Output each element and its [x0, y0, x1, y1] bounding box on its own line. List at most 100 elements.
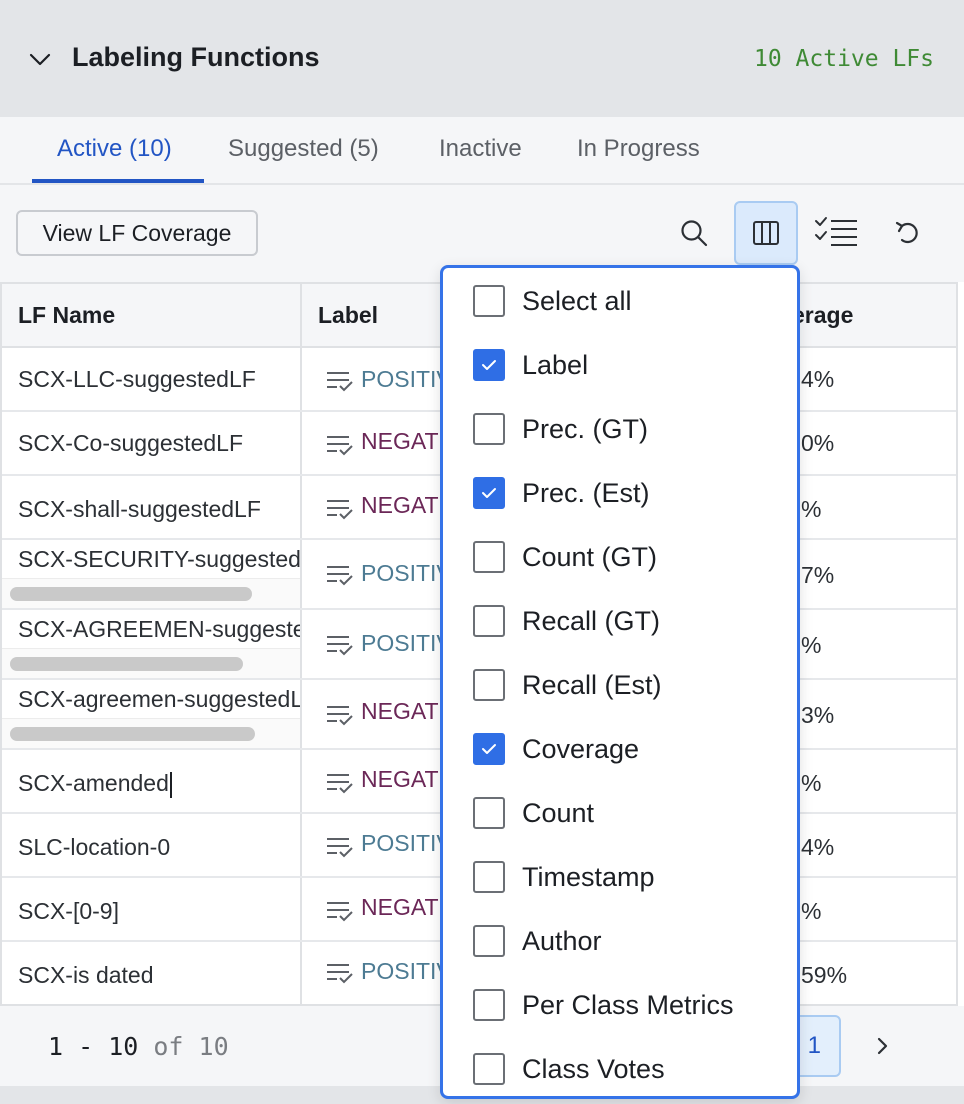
chevron-down-icon[interactable] [26, 45, 54, 73]
column-option-recall-est[interactable]: Recall (Est) [473, 665, 793, 705]
column-option-recall-gt[interactable]: Recall (GT) [473, 601, 793, 641]
lf-name-cell[interactable]: SCX-shall-suggestedLF [18, 496, 300, 523]
label-value: POSITIV [361, 958, 443, 984]
coverage-value: 7% [801, 562, 835, 588]
option-label: Prec. (Est) [522, 477, 650, 508]
active-lfs-count: 10 Active LFs [753, 46, 934, 72]
search-button[interactable] [663, 202, 725, 264]
lf-name-cell[interactable]: SCX-agreemen-suggestedLF [18, 686, 300, 713]
lf-name-cell[interactable]: SCX-is dated [18, 962, 300, 989]
label-list-icon [327, 902, 353, 922]
checkbox[interactable] [473, 861, 505, 893]
range-text: 1 - 10 [48, 1032, 139, 1061]
columns-icon [753, 221, 779, 245]
cell-scrollbar[interactable] [2, 648, 300, 678]
coverage-value: % [801, 770, 822, 796]
checkbox[interactable] [473, 925, 505, 957]
lf-name-cell[interactable]: SLC-location-0 [18, 834, 300, 861]
search-icon [681, 220, 708, 247]
option-label: Count [522, 797, 595, 828]
checkbox[interactable] [473, 989, 505, 1021]
option-label: Timestamp [522, 861, 655, 892]
checkbox[interactable] [473, 797, 505, 829]
text-cursor [169, 771, 172, 798]
view-lf-coverage-button[interactable]: View LF Coverage [16, 210, 258, 256]
column-option-count[interactable]: Count [473, 793, 793, 833]
option-label: Author [522, 925, 602, 956]
checkbox[interactable] [473, 541, 505, 573]
option-label: Coverage [522, 733, 640, 764]
label-value: POSITIV [361, 830, 443, 856]
column-option-timestamp[interactable]: Timestamp [473, 857, 793, 897]
panel-title: Labeling Functions [72, 42, 320, 72]
lf-name-cell[interactable]: SCX-LLC-suggestedLF [18, 366, 300, 393]
label-list-icon [327, 372, 353, 392]
tab-in-progress[interactable]: In Progress [577, 135, 700, 163]
column-option-count-gt[interactable]: Count (GT) [473, 537, 793, 577]
tab-suggested[interactable]: Suggested (5) [228, 135, 379, 163]
lf-name-cell[interactable]: SCX-AGREEMEN-suggestedLF [18, 616, 300, 643]
lf-name-text: SCX-amended [18, 770, 169, 796]
tab-bar: Active (10) Suggested (5) Inactive In Pr… [0, 117, 964, 185]
label-value: POSITIV [361, 630, 443, 656]
column-option-coverage[interactable]: Coverage [473, 729, 793, 769]
tab-active[interactable]: Active (10) [57, 135, 172, 163]
column-option-class-votes[interactable]: Class Votes [473, 1049, 793, 1089]
label-value: NEGAT [361, 492, 439, 518]
coverage-value: % [801, 632, 822, 658]
coverage-value: 59% [801, 962, 848, 988]
lf-name-cell[interactable]: SCX-[0-9] [18, 898, 300, 925]
checkbox-checked[interactable] [473, 349, 505, 381]
chevron-right-icon[interactable] [870, 1034, 894, 1058]
label-value: POSITIV [361, 560, 443, 586]
panel-header: Labeling Functions 10 Active LFs [0, 0, 964, 117]
lf-name-cell[interactable]: SCX-SECURITY-suggestedLF [18, 546, 300, 573]
cell-scrollbar[interactable] [2, 578, 300, 608]
column-option-per-class-metrics[interactable]: Per Class Metrics [473, 985, 793, 1025]
coverage-value: 4% [801, 366, 835, 392]
column-header-lf-name[interactable]: LF Name [2, 284, 302, 348]
column-option-label[interactable]: Label [473, 345, 793, 385]
column-option-author[interactable]: Author [473, 921, 793, 961]
option-label: Label [522, 349, 589, 380]
tab-inactive[interactable]: Inactive [439, 135, 522, 163]
scrollbar-thumb[interactable] [10, 727, 255, 741]
label-list-icon [327, 500, 353, 520]
coverage-value: 4% [801, 834, 835, 860]
column-option-prec-gt[interactable]: Prec. (GT) [473, 409, 793, 449]
label-value: NEGAT [361, 894, 439, 920]
columns-button[interactable] [734, 201, 798, 265]
cell-scrollbar[interactable] [2, 718, 300, 748]
refresh-button[interactable] [878, 202, 940, 264]
checklist-icon [815, 217, 857, 246]
scrollbar-thumb[interactable] [10, 657, 243, 671]
label-list-icon [327, 964, 353, 984]
check-icon [482, 360, 496, 370]
undo-icon [895, 221, 918, 244]
checkbox-checked[interactable] [473, 477, 505, 509]
option-label: Class Votes [522, 1053, 665, 1084]
scrollbar-thumb[interactable] [10, 587, 252, 601]
label-list-icon [327, 838, 353, 858]
column-option-select-all[interactable]: Select all [473, 281, 793, 321]
label-value: NEGAT [361, 698, 439, 724]
option-label: Recall (Est) [522, 669, 662, 700]
coverage-value: % [801, 496, 822, 522]
checkbox-checked[interactable] [473, 733, 505, 765]
coverage-value: 0% [801, 430, 835, 456]
checkbox[interactable] [473, 1053, 505, 1085]
label-list-icon [327, 566, 353, 586]
checkbox[interactable] [473, 669, 505, 701]
checkbox[interactable] [473, 413, 505, 445]
check-icon [482, 744, 496, 754]
option-label: Per Class Metrics [522, 989, 734, 1020]
checkbox[interactable] [473, 285, 505, 317]
label-value: NEGAT [361, 766, 439, 792]
total-text: of 10 [153, 1032, 229, 1061]
bulk-select-button[interactable] [805, 202, 867, 264]
column-option-prec-est[interactable]: Prec. (Est) [473, 473, 793, 513]
checkbox[interactable] [473, 605, 505, 637]
lf-name-cell[interactable]: SCX-amended [18, 770, 300, 798]
lf-name-cell[interactable]: SCX-Co-suggestedLF [18, 430, 300, 457]
coverage-value: 3% [801, 702, 835, 728]
